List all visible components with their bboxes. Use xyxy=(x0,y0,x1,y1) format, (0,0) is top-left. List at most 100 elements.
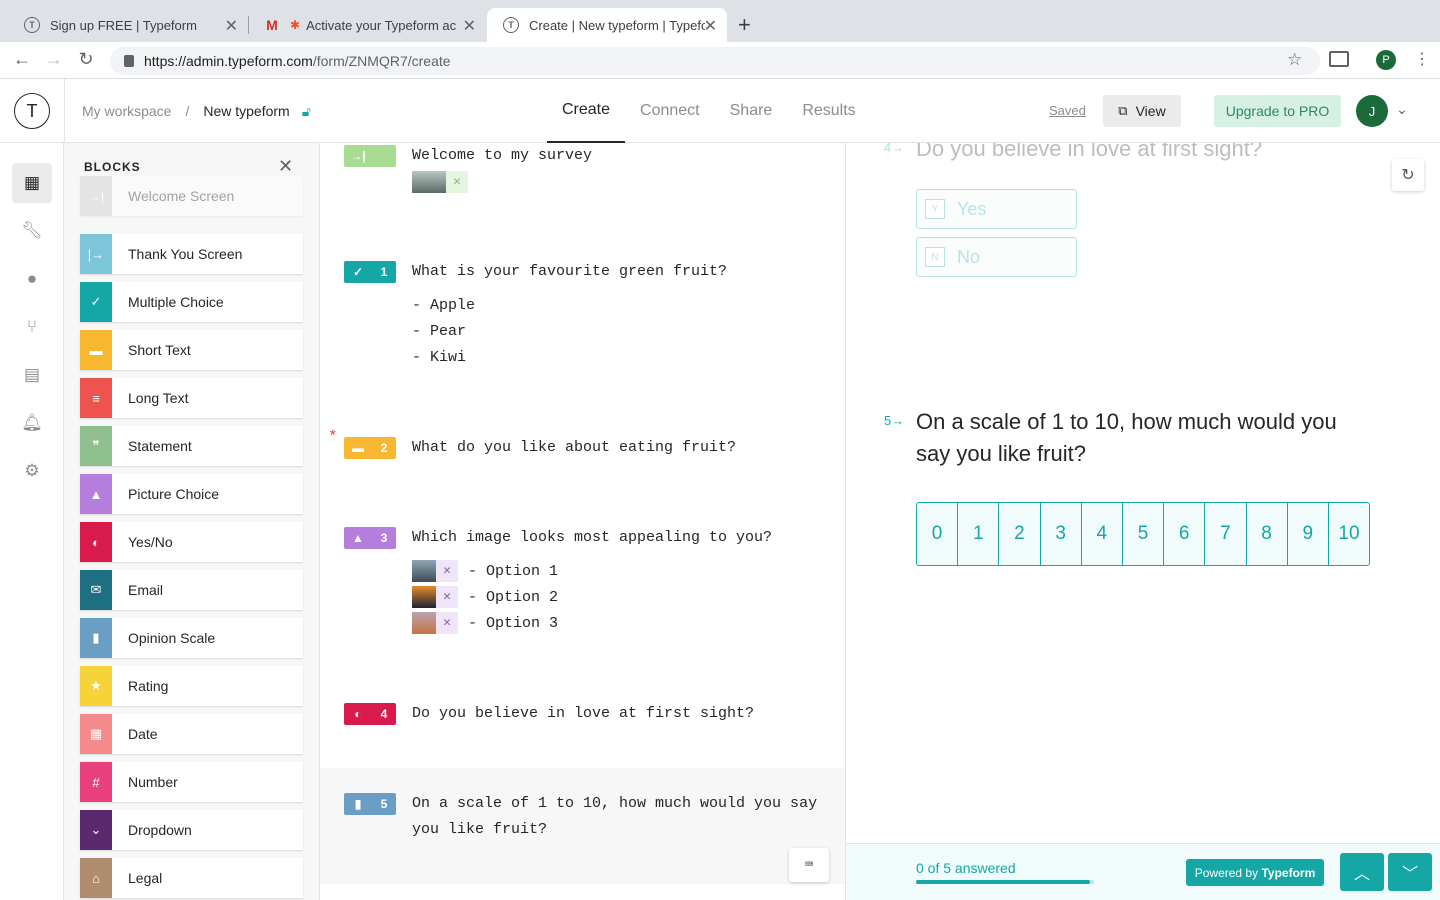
block-multiple-choice[interactable]: ✓ Multiple Choice xyxy=(80,282,303,322)
yes-label: Yes xyxy=(957,198,987,219)
reload-icon[interactable]: ↻ xyxy=(74,49,98,70)
new-tab-icon[interactable]: + xyxy=(738,12,751,38)
block-opinion-scale[interactable]: ▮ Opinion Scale xyxy=(80,618,303,658)
typeform-logo[interactable]: T xyxy=(14,93,50,129)
block-welcome-screen[interactable]: →| Welcome Screen xyxy=(80,176,303,216)
question-badge-4[interactable]: ◐ 4 xyxy=(344,703,396,725)
welcome-thumbnail[interactable] xyxy=(412,171,446,193)
browser-tab-create[interactable]: T Create | New typeform | Typefo ✕ xyxy=(487,8,727,42)
remove-image-icon[interactable]: ✕ xyxy=(436,560,458,582)
option-thumbnail[interactable] xyxy=(412,612,436,634)
choice-option: - Apple xyxy=(412,297,476,314)
question-text-2[interactable]: What do you like about eating fruit? xyxy=(412,435,736,461)
question-text-5[interactable]: On a scale of 1 to 10, how much would yo… xyxy=(412,791,817,843)
block-dropdown[interactable]: ⌄ Dropdown xyxy=(80,810,303,850)
scale-option[interactable]: 7 xyxy=(1205,503,1247,565)
typeform-favicon-icon: T xyxy=(503,17,519,33)
block-label: Long Text xyxy=(128,390,189,406)
question-badge-3[interactable]: ▲ 3 xyxy=(344,527,396,549)
remove-image-icon[interactable]: ✕ xyxy=(436,612,458,634)
profile-avatar[interactable]: P xyxy=(1376,50,1396,70)
tab-connect[interactable]: Connect xyxy=(625,79,715,143)
scale-option[interactable]: 10 xyxy=(1329,503,1369,565)
menu-dots-icon[interactable]: ⋮ xyxy=(1414,49,1430,69)
bookmark-star-icon[interactable]: ☆ xyxy=(1287,50,1302,70)
cast-icon[interactable] xyxy=(1329,51,1349,67)
blocks-grid-icon[interactable]: ▦ xyxy=(12,163,52,203)
question-text-3[interactable]: Which image looks most appealing to you? xyxy=(412,525,772,551)
block-thank-you-screen[interactable]: |→ Thank You Screen xyxy=(80,234,303,274)
scale-option[interactable]: 8 xyxy=(1247,503,1288,565)
picture-choice-icon: ▲ xyxy=(80,474,112,514)
scale-option[interactable]: 3 xyxy=(1041,503,1082,565)
logic-jump-icon[interactable]: ⑂ xyxy=(12,307,52,347)
chevron-down-icon[interactable]: ⌄ xyxy=(1396,101,1408,118)
scale-option[interactable]: 2 xyxy=(999,503,1041,565)
back-icon[interactable]: ← xyxy=(10,49,34,70)
browser-tab-gmail[interactable]: M ✱ Activate your Typeform acc ✕ xyxy=(248,8,486,42)
welcome-badge[interactable]: →| xyxy=(344,145,396,167)
remove-image-icon[interactable]: ✕ xyxy=(436,586,458,608)
scale-option[interactable]: 5 xyxy=(1123,503,1165,565)
user-avatar[interactable]: J xyxy=(1356,95,1388,127)
question-badge-1[interactable]: ✓ 1 xyxy=(344,261,396,283)
block-legal[interactable]: ⌂ Legal xyxy=(80,858,303,898)
scale-option[interactable]: 0 xyxy=(917,503,959,565)
close-tab-icon[interactable]: ✕ xyxy=(225,16,238,36)
scale-option[interactable]: 4 xyxy=(1082,503,1123,565)
block-statement[interactable]: ❞ Statement xyxy=(80,426,303,466)
refresh-preview-icon[interactable]: ↻ xyxy=(1392,159,1424,191)
block-short-text[interactable]: ▬ Short Text xyxy=(80,330,303,370)
block-long-text[interactable]: ≡ Long Text xyxy=(80,378,303,418)
upgrade-button[interactable]: Upgrade to PRO xyxy=(1214,95,1341,127)
option-thumbnail[interactable] xyxy=(412,586,436,608)
remove-image-icon[interactable]: ✕ xyxy=(446,171,468,193)
scale-option[interactable]: 1 xyxy=(958,503,1000,565)
question-badge-2[interactable]: ▬ 2 xyxy=(344,437,396,459)
view-button[interactable]: ⧉ View xyxy=(1103,95,1181,127)
block-label: Dropdown xyxy=(128,822,192,838)
next-question-button[interactable]: ﹀ xyxy=(1388,853,1432,891)
preview-no-option[interactable]: N No xyxy=(916,237,1077,277)
calculator-icon[interactable]: ▤ xyxy=(12,355,52,395)
powered-by-badge[interactable]: Powered by Typeform xyxy=(1186,859,1324,886)
block-email[interactable]: ✉ Email xyxy=(80,570,303,610)
breadcrumb-form-name[interactable]: New typeform xyxy=(203,103,289,119)
block-yes-no[interactable]: ◐ Yes/No xyxy=(80,522,303,562)
url-field[interactable]: https://admin.typeform.com/form/ZNMQR7/c… xyxy=(110,47,1320,75)
block-label: Number xyxy=(128,774,178,790)
legal-icon: ⌂ xyxy=(80,858,112,898)
question-text-4[interactable]: Do you believe in love at first sight? xyxy=(412,701,754,727)
tab-create[interactable]: Create xyxy=(547,79,626,143)
tab-results[interactable]: Results xyxy=(787,79,870,143)
forward-icon[interactable]: → xyxy=(42,49,66,70)
keyboard-icon[interactable]: ⌨ xyxy=(789,848,829,882)
theme-drop-icon[interactable]: ● xyxy=(12,259,52,299)
close-tab-icon[interactable]: ✕ xyxy=(463,16,476,36)
block-rating[interactable]: ★ Rating xyxy=(80,666,303,706)
close-tab-icon[interactable]: ✕ xyxy=(704,16,717,36)
question-badge-5[interactable]: ▮ 5 xyxy=(344,793,396,815)
tab-share[interactable]: Share xyxy=(715,79,788,143)
wrench-icon[interactable]: 🔧︎ xyxy=(12,211,52,251)
picture-option-row: ✕ - Option 3 xyxy=(412,612,558,634)
opinion-scale: 0 1 2 3 4 5 6 7 8 9 10 xyxy=(916,502,1370,566)
block-number[interactable]: # Number xyxy=(80,762,303,802)
block-date[interactable]: ▦ Date xyxy=(80,714,303,754)
gear-icon[interactable]: ⚙ xyxy=(12,451,52,491)
scale-option[interactable]: 6 xyxy=(1164,503,1206,565)
close-icon[interactable]: ✕ xyxy=(278,156,293,177)
browser-tab-signup[interactable]: T Sign up FREE | Typeform ✕ xyxy=(8,8,248,42)
previous-question-button[interactable]: ︿ xyxy=(1340,853,1384,891)
scale-option[interactable]: 9 xyxy=(1288,503,1329,565)
block-picture-choice[interactable]: ▲ Picture Choice xyxy=(80,474,303,514)
blocks-title: BLOCKS xyxy=(84,160,141,174)
option-thumbnail[interactable] xyxy=(412,560,436,582)
breadcrumb-workspace[interactable]: My workspace xyxy=(82,103,171,119)
welcome-text[interactable]: Welcome to my survey xyxy=(412,143,592,169)
unlock-icon[interactable]: 🔓︎ xyxy=(302,103,311,120)
preview-yes-option[interactable]: Y Yes xyxy=(916,189,1077,229)
question-text-1[interactable]: What is your favourite green fruit? xyxy=(412,259,727,285)
preview-q4-text: Do you believe in love at first sight? xyxy=(916,143,1263,161)
bell-icon[interactable]: 🔔︎ xyxy=(12,403,52,443)
